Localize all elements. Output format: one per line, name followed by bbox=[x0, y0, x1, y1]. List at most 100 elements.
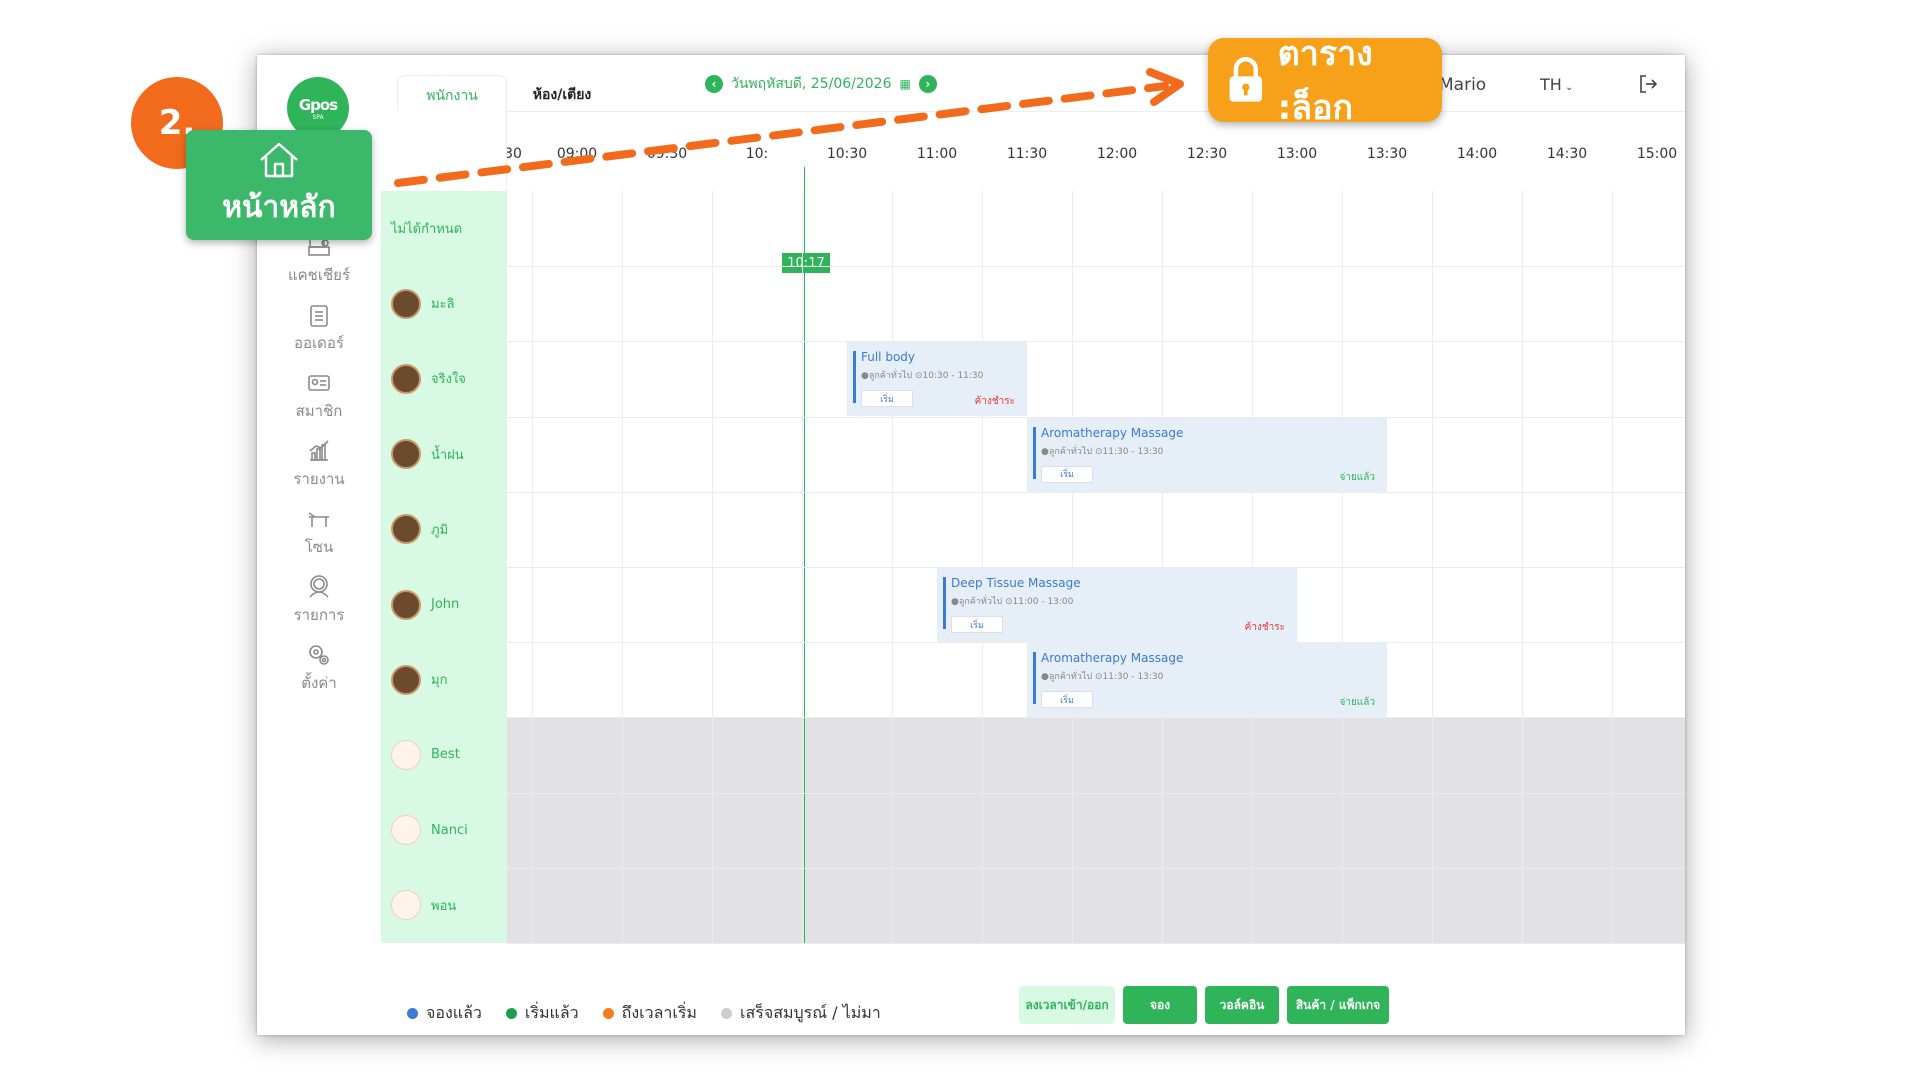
unavailable-zone bbox=[507, 718, 1685, 943]
legend-label: ถึงเวลาเริ่ม bbox=[621, 1003, 697, 1022]
staff-row[interactable]: พอน bbox=[381, 868, 507, 943]
avatar bbox=[391, 363, 421, 394]
sidebar-item-members[interactable]: สมาชิก bbox=[257, 369, 381, 423]
time-tick: 12:30 bbox=[1186, 146, 1228, 162]
current-date[interactable]: วันพฤหัสบดี, 25/06/2026 bbox=[731, 73, 891, 95]
staff-row[interactable]: น้ำฝน bbox=[381, 417, 507, 492]
payment-status: จ่ายแล้ว bbox=[1339, 697, 1375, 709]
time-tick: 14:30 bbox=[1546, 146, 1588, 162]
grid-row-line bbox=[507, 266, 1685, 268]
lock-label: ตาราง :ล็อก bbox=[1277, 34, 1373, 128]
booking-card[interactable]: Aromatherapy Massage ●ลูกค้าทั่วไป ⊙11:30… bbox=[1027, 417, 1387, 492]
sidebar-item-label: โซน bbox=[304, 538, 334, 556]
staff-row[interactable]: มุก bbox=[381, 642, 507, 717]
staff-row[interactable]: ภูมิ bbox=[381, 492, 507, 567]
settings-icon bbox=[309, 645, 329, 665]
staff-row[interactable]: Nanci bbox=[381, 793, 507, 868]
app-window: Gpos SPA แคชเชียร์ ออเดอร์ สมาชิก รายงาน… bbox=[257, 55, 1685, 1035]
booking-title: Aromatherapy Massage bbox=[1041, 425, 1184, 440]
sidebar-item-label: แคชเชียร์ bbox=[287, 266, 351, 284]
start-button[interactable]: เริ่ม bbox=[1041, 465, 1093, 483]
schedule-grid: 30 09:00 09:30 10: 10:30 11:00 11:30 12:00 12:30… bbox=[381, 111, 1685, 1035]
avatar bbox=[391, 288, 421, 319]
next-date-button[interactable]: › bbox=[918, 75, 937, 93]
sidebar-item-zone[interactable]: โซน bbox=[257, 505, 381, 559]
legend-label: เริ่มแล้ว bbox=[524, 1003, 579, 1022]
service-icon bbox=[309, 575, 329, 598]
time-tick: 10:30 bbox=[826, 146, 868, 162]
sidebar-item-orders[interactable]: ออเดอร์ bbox=[257, 301, 381, 355]
prev-date-button[interactable]: ‹ bbox=[705, 75, 723, 93]
payment-status: จ่ายแล้ว bbox=[1339, 471, 1375, 483]
legend-item: จองแล้ว bbox=[407, 1001, 482, 1026]
start-button[interactable]: เริ่ม bbox=[1041, 691, 1093, 709]
time-header: 30 09:00 09:30 10: 10:30 11:00 11:30 12:00 12:30… bbox=[381, 111, 1685, 191]
staff-row[interactable]: ไม่ได้กำหนด bbox=[381, 191, 507, 266]
staff-name: ไม่ได้กำหนด bbox=[391, 222, 463, 237]
sidebar-item-cashier[interactable]: แคชเชียร์ bbox=[257, 233, 381, 287]
book-button[interactable]: จอง bbox=[1123, 986, 1197, 1024]
start-button[interactable]: เริ่ม bbox=[861, 390, 913, 408]
staff-name: Nanci bbox=[431, 822, 468, 838]
grid-row-line bbox=[507, 792, 1685, 794]
staff-name: มะลิ bbox=[431, 297, 455, 313]
sidebar-item-label: ตั้งค่า bbox=[301, 674, 337, 692]
avatar bbox=[391, 890, 421, 921]
staff-column: ไม่ได้กำหนดมะลิจริงใจ น้ำฝน ภูมิ John มุก Bes… bbox=[381, 191, 507, 943]
clock-in-out-button[interactable]: ลงเวลาเข้า/ออก bbox=[1019, 986, 1115, 1024]
staff-row[interactable]: Best bbox=[381, 717, 507, 792]
booking-card[interactable]: Deep Tissue Massage ●ลูกค้าทั่วไป ⊙11:00 … bbox=[937, 568, 1297, 642]
sidebar-item-label: รายงาน bbox=[293, 470, 345, 488]
tab-staff[interactable]: พนักงาน bbox=[397, 75, 507, 115]
sidebar-item-reports[interactable]: รายงาน bbox=[257, 437, 381, 491]
current-time-line bbox=[804, 167, 805, 943]
grid-row-line bbox=[507, 867, 1685, 869]
schedule-cells[interactable]: 10:17 Full body ●ลูกค้าทั่วไป ⊙10:30 - 11… bbox=[507, 167, 1685, 944]
time-tick: 11:00 bbox=[916, 146, 958, 162]
staff-row[interactable]: มะลิ bbox=[381, 266, 507, 341]
walk-in-button[interactable]: วอล์คอิน bbox=[1205, 986, 1279, 1024]
staff-name: พอน bbox=[431, 898, 457, 914]
tab-room[interactable]: ห้อง/เตียง bbox=[512, 75, 612, 115]
start-button[interactable]: เริ่ม bbox=[951, 616, 1003, 633]
time-tick: 13:30 bbox=[1366, 146, 1408, 162]
time-tick: 09:00 bbox=[556, 146, 598, 162]
booking-customer: ●ลูกค้าทั่วไป bbox=[1041, 446, 1093, 457]
logout-icon[interactable] bbox=[1637, 73, 1659, 95]
booking-customer: ●ลูกค้าทั่วไป bbox=[951, 597, 1003, 607]
date-navigator: ‹ วันพฤหัสบดี, 25/06/2026 ▦ › bbox=[705, 73, 937, 95]
calendar-icon[interactable]: ▦ bbox=[899, 77, 910, 91]
staff-name: John bbox=[431, 597, 460, 612]
booking-time: ⊙11:00 - 13:00 bbox=[1005, 597, 1074, 607]
payment-status: ค้างชำระ bbox=[974, 396, 1015, 408]
home-callout: หน้าหลัก bbox=[186, 130, 372, 240]
time-tick: 13:00 bbox=[1276, 146, 1318, 162]
products-packages-button[interactable]: สินค้า / แพ็กเกจ bbox=[1287, 986, 1389, 1024]
lock-icon bbox=[1229, 57, 1263, 102]
current-time-tag: 10:17 bbox=[782, 253, 830, 273]
sidebar-item-services[interactable]: รายการ bbox=[257, 573, 381, 627]
language-select[interactable]: TH ⌄ bbox=[1540, 75, 1573, 94]
chart-icon bbox=[309, 440, 329, 461]
booking-time: ⊙11:30 - 13:30 bbox=[1095, 446, 1164, 457]
home-label: หน้าหลัก bbox=[222, 189, 336, 225]
legend-item: เริ่มแล้ว bbox=[505, 1001, 579, 1026]
legend-dot bbox=[720, 1008, 732, 1019]
grid-row-line bbox=[507, 943, 1685, 944]
time-tick: 15:00 bbox=[1636, 146, 1678, 162]
booking-card[interactable]: Full body ●ลูกค้าทั่วไป ⊙10:30 - 11:30 เริ… bbox=[847, 342, 1027, 417]
staff-row[interactable]: จริงใจ bbox=[381, 341, 507, 416]
booking-customer: ●ลูกค้าทั่วไป bbox=[1041, 672, 1093, 683]
booking-details: ●ลูกค้าทั่วไป ⊙11:00 - 13:00 bbox=[951, 594, 1287, 608]
booking-card[interactable]: Aromatherapy Massage ●ลูกค้าทั่วไป ⊙11:30… bbox=[1027, 643, 1387, 718]
staff-column-header bbox=[381, 111, 507, 191]
booking-details: ●ลูกค้าทั่วไป ⊙11:30 - 13:30 bbox=[1041, 669, 1377, 683]
user-name[interactable]: Mario bbox=[1439, 75, 1486, 95]
sidebar-item-settings[interactable]: ตั้งค่า bbox=[257, 641, 381, 695]
avatar bbox=[391, 664, 421, 695]
clipboard-icon bbox=[310, 305, 328, 327]
chevron-down-icon: ⌄ bbox=[1561, 82, 1574, 93]
booking-details: ●ลูกค้าทั่วไป ⊙10:30 - 11:30 bbox=[861, 368, 1017, 382]
member-card-icon bbox=[308, 375, 330, 391]
staff-row[interactable]: John bbox=[381, 567, 507, 642]
